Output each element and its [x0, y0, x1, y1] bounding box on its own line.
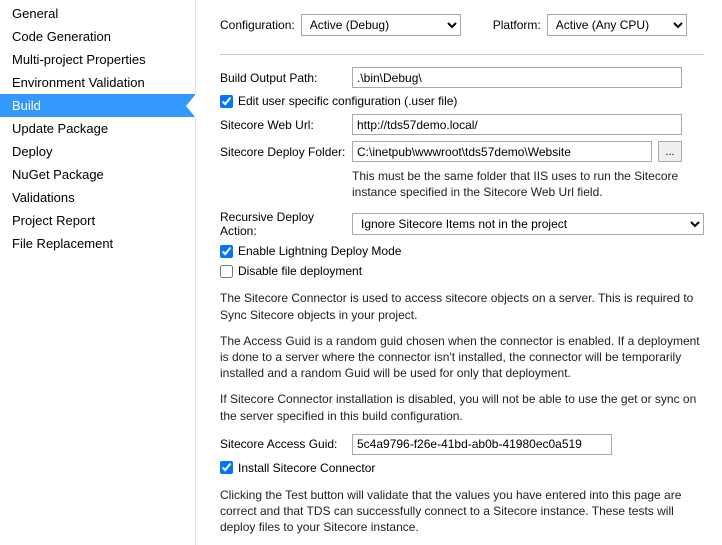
sidebar-item-general[interactable]: General	[0, 2, 195, 25]
sidebar-item-label: Deploy	[12, 144, 52, 159]
build-output-input[interactable]	[352, 67, 682, 88]
deploy-folder-input[interactable]	[352, 141, 652, 162]
web-url-input[interactable]	[352, 114, 682, 135]
lightning-row: Enable Lightning Deploy Mode	[220, 244, 704, 258]
disabled-para: If Sitecore Connector installation is di…	[220, 391, 704, 423]
sidebar-item-label: Code Generation	[12, 29, 111, 44]
sidebar-item-env-validation[interactable]: Environment Validation	[0, 71, 195, 94]
recursive-row: Recursive Deploy Action: Ignore Sitecore…	[220, 210, 704, 238]
sidebar-item-update-package[interactable]: Update Package	[0, 117, 195, 140]
deploy-folder-label: Sitecore Deploy Folder:	[220, 145, 352, 159]
main-panel: Configuration: Active (Debug) Platform: …	[196, 0, 722, 545]
sidebar-item-file-replacement[interactable]: File Replacement	[0, 232, 195, 255]
recursive-label: Recursive Deploy Action:	[220, 210, 352, 238]
sidebar-item-label: Multi-project Properties	[12, 52, 146, 67]
edit-user-checkbox[interactable]	[220, 95, 233, 108]
sidebar-item-build[interactable]: Build	[0, 94, 195, 117]
sidebar-item-deploy[interactable]: Deploy	[0, 140, 195, 163]
recursive-select[interactable]: Ignore Sitecore Items not in the project	[352, 213, 704, 235]
sidebar-item-label: Validations	[12, 190, 75, 205]
disable-file-row: Disable file deployment	[220, 264, 704, 278]
sidebar-item-label: General	[12, 6, 58, 21]
install-connector-row: Install Sitecore Connector	[220, 461, 704, 475]
access-guid-input[interactable]	[352, 434, 612, 455]
lightning-label: Enable Lightning Deploy Mode	[238, 244, 401, 258]
sidebar-item-label: Update Package	[12, 121, 108, 136]
web-url-label: Sitecore Web Url:	[220, 118, 352, 132]
deploy-folder-row: Sitecore Deploy Folder: ...	[220, 141, 704, 162]
platform-label: Platform:	[493, 18, 541, 32]
deploy-folder-hint: This must be the same folder that IIS us…	[352, 168, 692, 200]
sidebar-item-label: File Replacement	[12, 236, 113, 251]
sidebar-item-label: Project Report	[12, 213, 95, 228]
sidebar-item-project-report[interactable]: Project Report	[0, 209, 195, 232]
disable-file-label: Disable file deployment	[238, 264, 362, 278]
sidebar: General Code Generation Multi-project Pr…	[0, 0, 196, 545]
divider	[220, 54, 704, 55]
sidebar-item-multi-project[interactable]: Multi-project Properties	[0, 48, 195, 71]
install-connector-label: Install Sitecore Connector	[238, 461, 375, 475]
test-para: Clicking the Test button will validate t…	[220, 487, 704, 536]
install-connector-checkbox[interactable]	[220, 461, 233, 474]
sidebar-item-label: Build	[12, 98, 41, 113]
build-output-row: Build Output Path:	[220, 67, 704, 88]
edit-user-label: Edit user specific configuration (.user …	[238, 94, 457, 108]
lightning-checkbox[interactable]	[220, 245, 233, 258]
connector-para: The Sitecore Connector is used to access…	[220, 290, 704, 322]
disable-file-checkbox[interactable]	[220, 265, 233, 278]
build-output-label: Build Output Path:	[220, 71, 352, 85]
configuration-label: Configuration:	[220, 18, 295, 32]
sidebar-item-label: Environment Validation	[12, 75, 145, 90]
sidebar-item-nuget[interactable]: NuGet Package	[0, 163, 195, 186]
top-bar: Configuration: Active (Debug) Platform: …	[220, 14, 704, 36]
access-guid-para: The Access Guid is a random guid chosen …	[220, 333, 704, 382]
sidebar-item-code-generation[interactable]: Code Generation	[0, 25, 195, 48]
web-url-row: Sitecore Web Url:	[220, 114, 704, 135]
sidebar-item-validations[interactable]: Validations	[0, 186, 195, 209]
access-guid-label: Sitecore Access Guid:	[220, 437, 352, 451]
platform-select[interactable]: Active (Any CPU)	[547, 14, 687, 36]
browse-button[interactable]: ...	[658, 141, 682, 162]
edit-user-row: Edit user specific configuration (.user …	[220, 94, 704, 108]
configuration-select[interactable]: Active (Debug)	[301, 14, 461, 36]
access-guid-row: Sitecore Access Guid:	[220, 434, 704, 455]
sidebar-item-label: NuGet Package	[12, 167, 104, 182]
